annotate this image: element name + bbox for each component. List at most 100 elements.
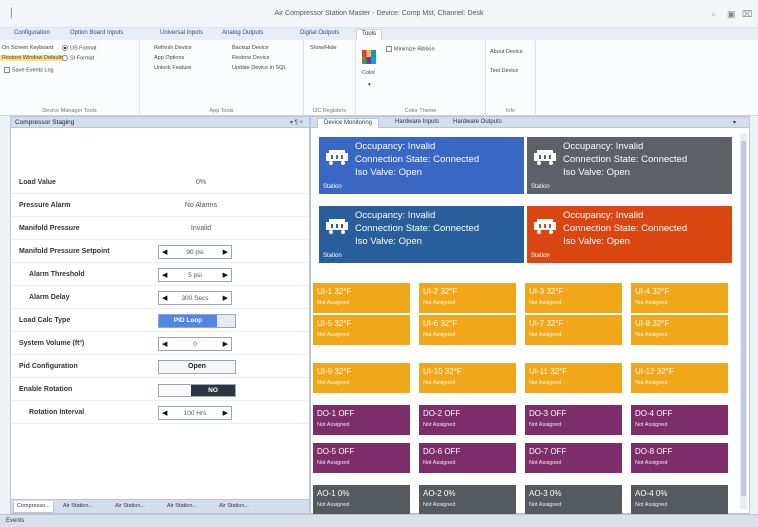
ui-tile[interactable]: UI-3 32°F Not Assigned (525, 283, 622, 313)
ao-tile[interactable]: AO-1 0% Not Assigned (313, 485, 410, 515)
tab-analog-outputs[interactable]: Analog Outputs (222, 30, 263, 36)
compressor-staging-panel: Compressor Staging ▾ ¶ × Load Value 0% P… (10, 116, 310, 514)
tab-hardware-outputs[interactable]: Hardware Outputs (453, 119, 502, 125)
decrement-arrow-icon[interactable]: ◀ (162, 409, 167, 417)
ui-tile[interactable]: UI-5 32°F Not Assigned (313, 315, 410, 345)
ao-tile[interactable]: AO-4 0% Not Assigned (631, 485, 728, 515)
do-tile-value: DO-4 OFF (635, 409, 673, 418)
ui-tile[interactable]: UI-9 32°F Not Assigned (313, 363, 410, 393)
increment-arrow-icon[interactable]: ▶ (223, 271, 228, 279)
unlock-feature-button[interactable]: Unlock Feature (154, 65, 191, 71)
panel-header-buttons[interactable]: ▾ ¶ × (290, 119, 303, 126)
ui-tile[interactable]: UI-2 32°F Not Assigned (419, 283, 516, 313)
increment-arrow-icon[interactable]: ▶ (223, 248, 228, 256)
load-calc-type-toggle[interactable]: PID Loop (158, 314, 236, 328)
ui-tile-value: UI-11 32°F (529, 367, 568, 376)
do-tile[interactable]: DO-3 OFF Not Assigned (525, 405, 622, 435)
ao-tile[interactable]: AO-2 0% Not Assigned (419, 485, 516, 515)
do-tile[interactable]: DO-6 OFF Not Assigned (419, 443, 516, 473)
manifold-setpoint-value: 90 psi (186, 249, 204, 256)
tab-device-monitoring[interactable]: Device Monitoring (317, 118, 380, 128)
do-tile[interactable]: DO-2 OFF Not Assigned (419, 405, 516, 435)
minimize-icon[interactable]: ▫ (712, 9, 715, 19)
us-format-radio[interactable]: US Format (62, 45, 97, 51)
chevron-down-icon[interactable]: ▾ (368, 82, 371, 88)
manifold-setpoint-label: Manifold Pressure Setpoint (19, 248, 110, 255)
increment-arrow-icon[interactable]: ▶ (223, 340, 228, 348)
tab-compressor[interactable]: Compresso... (13, 501, 54, 513)
tab-configuration[interactable]: Configuration (14, 30, 50, 36)
events-label[interactable]: Events (6, 518, 24, 524)
station-tile[interactable]: Occupancy: Invalid Connection State: Conn… (527, 206, 732, 263)
alarm-delay-value: 300 Secs (181, 295, 209, 302)
tab-air-station-3[interactable]: Air Station... (167, 503, 197, 509)
do-tile[interactable]: DO-4 OFF Not Assigned (631, 405, 728, 435)
occupancy-text: Occupancy: Invalid (563, 141, 644, 152)
station-tile[interactable]: Occupancy: Invalid Connection State: Conn… (527, 137, 732, 194)
tab-air-station-1[interactable]: Air Station... (63, 503, 93, 509)
tab-digital-outputs[interactable]: Digital Outputs (300, 30, 339, 36)
ao-tile-assignment: Not Assigned (423, 502, 456, 508)
chevron-down-icon[interactable]: ▾ (733, 119, 736, 126)
ui-tile[interactable]: UI-7 32°F Not Assigned (525, 315, 622, 345)
save-events-log-checkbox[interactable]: Save Events Log (4, 67, 54, 73)
color-theme-group: Color ▾ Minimize Ribbon Color Theme (356, 40, 486, 116)
station-tile[interactable]: Occupancy: Invalid Connection State: Conn… (319, 206, 524, 263)
show-hide-button[interactable]: Show/Hide (310, 45, 337, 51)
do-tile[interactable]: DO-1 OFF Not Assigned (313, 405, 410, 435)
decrement-arrow-icon[interactable]: ◀ (162, 340, 167, 348)
tab-option-board-inputs[interactable]: Option Board Inputs (70, 30, 123, 36)
ui-tile-value: UI-2 32°F (423, 287, 458, 296)
restore-window-defaults-button[interactable]: Restore Window Defaults (0, 55, 67, 61)
refresh-device-button[interactable]: Refresh Device (154, 45, 192, 51)
update-device-button[interactable]: Update Device in SQL (232, 65, 286, 71)
on-screen-keyboard-button[interactable]: On Screen Keyboard (2, 45, 53, 51)
ui-tile[interactable]: UI-8 32°F Not Assigned (631, 315, 728, 345)
manifold-setpoint-stepper[interactable]: ◀ 90 psi ▶ (158, 245, 232, 259)
connection-state-text: Connection State: Connected (563, 223, 688, 234)
left-panel-tabs: Compresso... Air Station... Air Station.… (11, 499, 309, 513)
do-tile[interactable]: DO-5 OFF Not Assigned (313, 443, 410, 473)
minimize-ribbon-checkbox[interactable]: Minimize Ribbon (386, 46, 435, 52)
ui-tile[interactable]: UI-6 32°F Not Assigned (419, 315, 516, 345)
increment-arrow-icon[interactable]: ▶ (223, 409, 228, 417)
alarm-threshold-stepper[interactable]: ◀ 5 psi ▶ (158, 268, 232, 282)
test-device-button[interactable]: Test Device (490, 68, 518, 74)
tab-hardware-inputs[interactable]: Hardware Inputs (395, 119, 439, 125)
decrement-arrow-icon[interactable]: ◀ (162, 294, 167, 302)
close-icon[interactable]: ⌧ (742, 9, 752, 20)
pid-config-open-button[interactable]: Open (158, 360, 236, 374)
tab-tools[interactable]: Tools (356, 29, 383, 40)
backup-device-button[interactable]: Backup Device (232, 45, 269, 51)
scrollbar-thumb[interactable] (741, 141, 746, 496)
alarm-delay-stepper[interactable]: ◀ 300 Secs ▶ (158, 291, 232, 305)
enable-rotation-toggle[interactable]: NO (158, 384, 236, 397)
si-format-radio[interactable]: SI Format (62, 55, 94, 61)
tab-universal-inputs[interactable]: Universal Inputs (160, 30, 203, 36)
do-tile[interactable]: DO-7 OFF Not Assigned (525, 443, 622, 473)
station-tile[interactable]: Occupancy: Invalid Connection State: Conn… (319, 137, 524, 194)
ui-tile[interactable]: UI-4 32°F Not Assigned (631, 283, 728, 313)
ui-tile[interactable]: UI-12 32°F Not Assigned (631, 363, 728, 393)
ui-tile-assignment: Not Assigned (423, 300, 456, 306)
quick-access-icon[interactable]: ⎥ (8, 8, 13, 19)
ui-tile[interactable]: UI-1 32°F Not Assigned (313, 283, 410, 313)
decrement-arrow-icon[interactable]: ◀ (162, 248, 167, 256)
tab-air-station-4[interactable]: Air Station... (219, 503, 249, 509)
about-device-button[interactable]: About Device (490, 49, 523, 55)
system-volume-stepper[interactable]: ◀ 0 ▶ (158, 337, 232, 351)
alarm-threshold-label: Alarm Threshold (29, 271, 85, 278)
rotation-interval-stepper[interactable]: ◀ 100 Hrs ▶ (158, 406, 232, 420)
ao-tile[interactable]: AO-3 0% Not Assigned (525, 485, 622, 515)
vertical-scrollbar[interactable] (740, 133, 747, 509)
ui-tile-value: UI-12 32°F (635, 367, 674, 376)
ui-tile[interactable]: UI-11 32°F Not Assigned (525, 363, 622, 393)
ui-tile[interactable]: UI-10 32°F Not Assigned (419, 363, 516, 393)
decrement-arrow-icon[interactable]: ◀ (162, 271, 167, 279)
app-options-button[interactable]: App Options (154, 55, 184, 61)
tab-air-station-2[interactable]: Air Station... (115, 503, 145, 509)
increment-arrow-icon[interactable]: ▶ (223, 294, 228, 302)
restore-device-button[interactable]: Restore Device (232, 55, 270, 61)
maximize-icon[interactable]: ▣ (727, 9, 736, 20)
do-tile[interactable]: DO-8 OFF Not Assigned (631, 443, 728, 473)
